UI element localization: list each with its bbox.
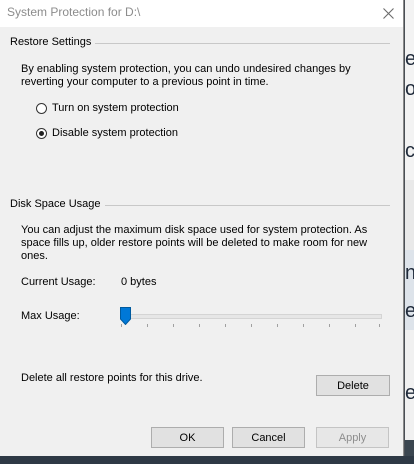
close-icon[interactable] [373,0,403,27]
slider-tick [199,324,200,327]
title-bar[interactable]: System Protection for D:\ [0,0,403,27]
current-usage-value: 0 bytes [121,276,157,288]
background-glyph: e [405,382,414,404]
radio-label: Disable system protection [52,127,178,139]
slider-tick [277,324,278,327]
description-line: space fills up, older restore points wil… [21,237,368,249]
restore-settings-description: By enabling system protection, you can u… [21,63,351,89]
disk-space-usage-label: Disk Space Usage [10,198,105,210]
ok-button[interactable]: OK [151,427,224,448]
radio-button-selected[interactable] [36,127,47,139]
description-line: You can adjust the maximum disk space us… [21,224,368,236]
max-usage-slider-track[interactable] [121,314,382,319]
background-window: e o c n e e [405,0,414,464]
background-glyph: e [405,300,414,322]
description-line: By enabling system protection, you can u… [21,63,351,75]
slider-tick [251,324,252,327]
apply-button[interactable]: Apply [316,427,389,448]
radio-button[interactable] [36,102,47,114]
slider-tick [355,324,356,327]
background-taskbar [0,456,414,464]
restore-settings-label: Restore Settings [10,36,96,48]
slider-tick [303,324,304,327]
background-glyph: n [405,262,414,284]
max-usage-slider-ticks [121,324,380,327]
cancel-button[interactable]: Cancel [232,427,305,448]
background-glyph: o [405,78,414,100]
disk-space-description: You can adjust the maximum disk space us… [21,224,367,263]
slider-tick [147,324,148,327]
current-usage-label: Current Usage: [21,276,96,288]
slider-tick [379,324,380,327]
slider-tick [173,324,174,327]
description-line: reverting your computer to a previous po… [21,76,269,88]
delete-restore-points-text: Delete all restore points for this drive… [21,372,203,384]
max-usage-label: Max Usage: [21,310,80,322]
window-title: System Protection for D:\ [7,5,141,19]
background-glyph: c [405,140,414,162]
slider-tick [329,324,330,327]
radio-disable-protection[interactable]: Disable system protection [36,127,178,139]
radio-label: Turn on system protection [52,102,179,114]
delete-button[interactable]: Delete [316,375,390,396]
description-line: ones. [21,250,48,262]
system-protection-dialog: System Protection for D:\ Restore Settin… [0,0,404,456]
radio-turn-on-protection[interactable]: Turn on system protection [36,102,179,114]
max-usage-slider-thumb[interactable] [120,307,131,325]
slider-tick [225,324,226,327]
background-glyph: e [405,48,414,70]
